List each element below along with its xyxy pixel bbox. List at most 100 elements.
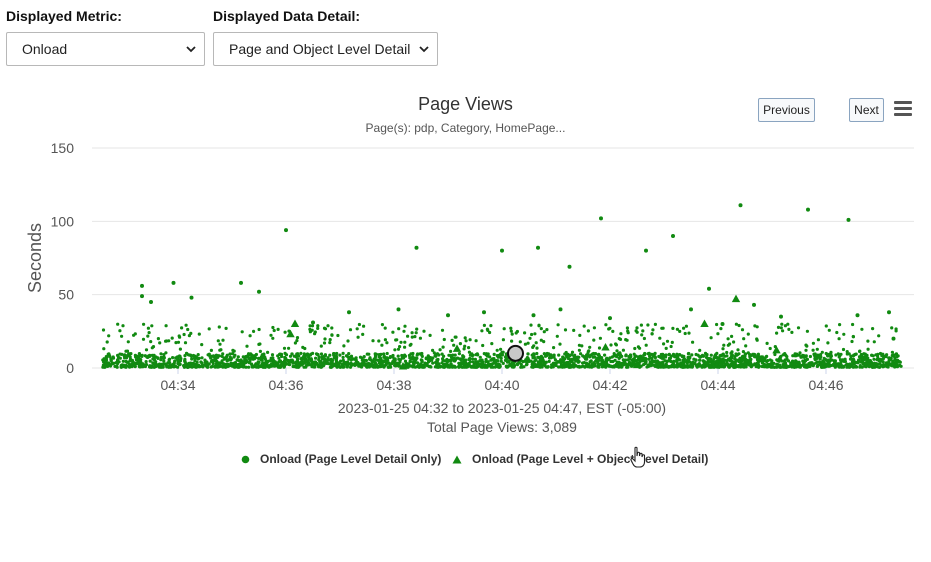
- scatter-point: [323, 353, 327, 357]
- scatter-point: [306, 359, 310, 363]
- scatter-point: [254, 362, 258, 366]
- scatter-point: [681, 358, 685, 362]
- scatter-point: [263, 355, 267, 360]
- scatter-point: [531, 360, 536, 364]
- scatter-point: [168, 357, 172, 361]
- scatter-point: [881, 360, 885, 364]
- scatter-point: [624, 354, 628, 358]
- scatter-point: [532, 344, 536, 348]
- circle-marker-icon: [241, 455, 250, 463]
- scatter-point: [732, 340, 736, 344]
- scatter-point: [897, 360, 902, 364]
- scatter-point: [579, 352, 583, 356]
- scatter-point: [436, 365, 441, 369]
- scatter-point: [299, 351, 303, 355]
- scatter-point: [686, 358, 690, 362]
- scatter-point: [757, 356, 762, 360]
- scatter-point: [257, 364, 261, 368]
- scatter-point: [217, 325, 221, 329]
- scatter-point: [621, 348, 626, 352]
- scatter-series-points: [128, 203, 896, 370]
- scatter-point: [238, 363, 243, 367]
- scatter-point: [636, 345, 641, 349]
- scatter-point: [822, 356, 826, 360]
- scatter-point: [101, 328, 106, 332]
- scatter-point: [861, 362, 865, 366]
- scatter-point: [385, 351, 389, 356]
- scatter-point: [777, 357, 781, 361]
- scatter-point: [551, 364, 555, 368]
- scatter-point: [269, 333, 273, 337]
- scatter-point: [634, 354, 638, 358]
- scatter-point: [552, 346, 556, 350]
- scatter-point: [878, 351, 883, 356]
- scatter-point: [458, 342, 462, 346]
- scatter-point: [364, 358, 368, 363]
- scatter-point: [804, 348, 808, 352]
- scatter-point: [565, 355, 569, 359]
- scatter-point: [738, 203, 743, 208]
- scatter-point: [720, 365, 724, 369]
- scatter-point: [445, 359, 449, 363]
- scatter-point: [780, 322, 784, 326]
- scatter-point: [442, 364, 446, 368]
- scatter-point: [328, 338, 332, 342]
- scatter-point: [509, 326, 513, 330]
- scatter-point: [783, 362, 788, 366]
- scatter-point: [585, 363, 589, 367]
- scatter-point: [137, 357, 141, 361]
- triangle-marker-icon: [452, 455, 462, 463]
- hand-cursor-icon: [630, 446, 646, 468]
- scatter-point: [463, 360, 467, 364]
- scatter-point: [349, 355, 353, 359]
- scatter-point: [420, 354, 424, 358]
- scatter-point: [413, 335, 417, 339]
- scatter-point: [409, 356, 413, 360]
- scatter-point: [183, 354, 187, 358]
- scatter-point: [300, 358, 304, 362]
- scatter-point: [116, 322, 120, 326]
- scatter-point: [256, 356, 261, 360]
- scatter-point: [257, 289, 261, 294]
- scatter-point: [651, 328, 655, 332]
- scatter-point: [817, 354, 821, 359]
- scatter-point: [482, 323, 486, 327]
- scatter-point: [171, 280, 176, 285]
- scatter-point: [494, 362, 498, 367]
- scatter-point: [657, 354, 661, 359]
- scatter-point: [341, 351, 345, 355]
- scatter-point: [854, 364, 858, 368]
- scatter-point: [721, 353, 725, 357]
- scatter-point: [480, 329, 484, 333]
- scatter-point: [241, 355, 245, 359]
- scatter-point: [277, 356, 281, 360]
- scatter-point: [855, 313, 860, 318]
- scatter-point: [558, 342, 562, 346]
- scatter-point: [331, 362, 335, 366]
- scatter-point: [643, 361, 648, 366]
- scatter-point: [142, 322, 146, 326]
- scatter-point: [271, 325, 275, 330]
- scatter-point: [669, 359, 673, 364]
- scatter-point: [476, 363, 480, 367]
- scatter-point: [675, 365, 679, 369]
- scatter-point: [534, 341, 538, 345]
- scatter-point: [577, 364, 581, 368]
- scatter-point: [817, 360, 822, 364]
- scatter-point: [768, 346, 772, 351]
- scatter-point: [143, 363, 147, 367]
- scatter-point: [462, 347, 466, 351]
- scatter-point: [272, 328, 276, 333]
- scatter-point: [330, 364, 334, 369]
- scatter-point: [312, 365, 316, 369]
- scatter-point: [829, 357, 833, 362]
- scatter-point: [449, 362, 453, 366]
- legend-item-object-level[interactable]: Onload (Page Level + Object Level Detail…: [452, 452, 708, 466]
- scatter-point: [178, 347, 182, 351]
- scatter-point: [419, 358, 423, 362]
- scatter-point: [397, 357, 401, 361]
- scatter-point: [284, 362, 288, 366]
- scatter-point: [721, 347, 725, 351]
- legend-item-page-level[interactable]: Onload (Page Level Detail Only): [241, 452, 441, 466]
- scatter-point: [621, 362, 625, 366]
